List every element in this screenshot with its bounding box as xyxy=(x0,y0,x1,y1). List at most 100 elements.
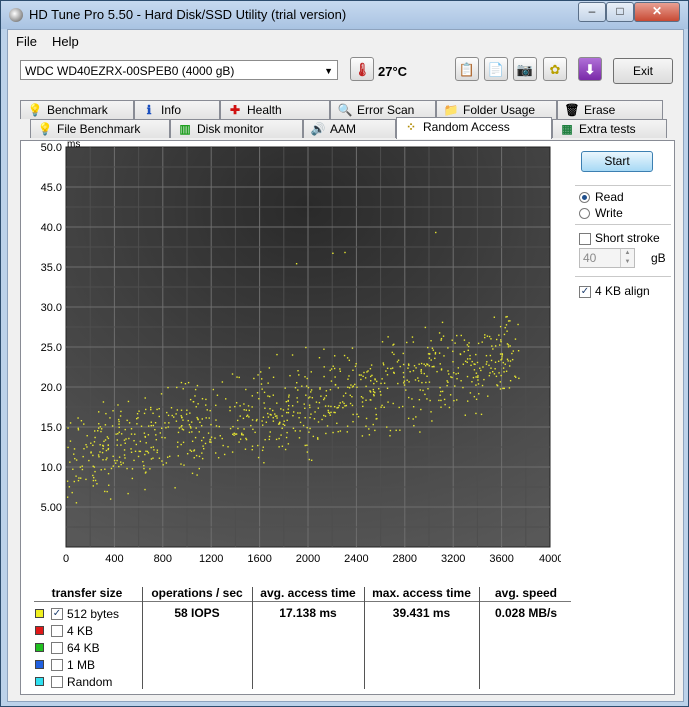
tab-aam[interactable]: 🔊 AAM xyxy=(303,119,396,138)
data-point xyxy=(205,398,207,401)
data-point xyxy=(379,390,382,393)
data-point xyxy=(329,414,331,416)
data-point xyxy=(93,441,96,443)
data-point xyxy=(469,354,471,357)
tab-health[interactable]: ✚ Health xyxy=(220,100,330,119)
data-point xyxy=(73,448,76,450)
window-title: HD Tune Pro 5.50 - Hard Disk/SSD Utility… xyxy=(29,7,347,22)
transfer-size-checkbox[interactable]: ✓ xyxy=(51,608,63,620)
data-point xyxy=(75,502,78,504)
tab-label: Extra tests xyxy=(579,122,636,136)
data-point xyxy=(217,457,220,459)
column-divider xyxy=(364,587,365,689)
data-point xyxy=(470,364,472,367)
data-point xyxy=(315,401,318,403)
data-point xyxy=(120,410,122,413)
short-stroke-checkbox[interactable] xyxy=(579,233,591,245)
align-checkbox[interactable]: ✓ xyxy=(579,286,591,298)
data-point xyxy=(201,452,203,454)
transfer-size-checkbox[interactable] xyxy=(51,659,63,671)
data-point xyxy=(338,404,340,407)
data-point xyxy=(123,449,126,451)
read-radio[interactable] xyxy=(579,192,590,203)
tab-benchmark[interactable]: 💡 Benchmark xyxy=(20,100,134,119)
data-point xyxy=(490,367,492,369)
data-point xyxy=(466,344,469,346)
data-point xyxy=(152,446,155,448)
data-point xyxy=(477,383,480,385)
results-table: transfer size operations / sec avg. acce… xyxy=(21,581,574,694)
tab-extra-tests[interactable]: ▦ Extra tests xyxy=(552,119,667,138)
data-point xyxy=(102,401,105,403)
data-point xyxy=(143,412,146,415)
data-point xyxy=(210,423,212,426)
copy-info-button[interactable]: 📋 xyxy=(455,57,479,81)
data-point xyxy=(298,437,301,439)
start-button[interactable]: Start xyxy=(581,151,653,172)
data-point xyxy=(479,367,481,369)
copy-all-button[interactable]: 📄 xyxy=(484,57,508,81)
data-point xyxy=(430,359,432,361)
data-point xyxy=(472,376,475,379)
data-point xyxy=(411,398,413,400)
column-divider xyxy=(252,587,253,689)
data-point xyxy=(239,405,241,407)
data-point xyxy=(356,413,358,415)
data-point xyxy=(178,427,181,429)
temperature-button[interactable]: 🌡 xyxy=(350,57,374,81)
menu-file[interactable]: File xyxy=(16,34,37,49)
data-point xyxy=(281,427,283,430)
data-point xyxy=(209,441,211,443)
transfer-size-checkbox[interactable] xyxy=(51,642,63,654)
minimize-button[interactable]: – xyxy=(578,2,606,22)
data-point xyxy=(374,429,376,432)
data-point xyxy=(485,354,488,357)
data-point xyxy=(414,379,417,381)
data-point xyxy=(323,375,325,378)
save-button[interactable]: ⬇ xyxy=(578,57,602,81)
data-point xyxy=(155,434,157,436)
data-point xyxy=(468,342,470,344)
short-stroke-spinner[interactable]: 40 ▲ ▼ xyxy=(579,248,635,268)
options-button[interactable]: ✿ xyxy=(543,57,567,81)
data-point xyxy=(369,375,372,378)
tab-info[interactable]: ℹ Info xyxy=(134,100,220,119)
drive-select[interactable]: WDC WD40EZRX-00SPEB0 (4000 gB) ▼ xyxy=(20,60,338,80)
exit-button[interactable]: Exit xyxy=(613,58,673,84)
data-point xyxy=(118,423,120,425)
data-point xyxy=(231,451,234,453)
data-point xyxy=(83,448,85,450)
data-point xyxy=(309,416,311,419)
data-point xyxy=(289,374,291,377)
data-point xyxy=(198,431,200,433)
data-point xyxy=(92,485,94,487)
close-button[interactable]: ✕ xyxy=(634,2,680,22)
data-point xyxy=(247,405,250,407)
data-point xyxy=(494,368,496,370)
data-point xyxy=(473,369,476,371)
maximize-button[interactable]: □ xyxy=(606,2,634,22)
data-point xyxy=(511,352,513,355)
data-point xyxy=(261,420,263,422)
data-point xyxy=(268,395,271,398)
data-point xyxy=(422,389,424,392)
data-point xyxy=(428,357,431,359)
tab-random-access[interactable]: ⁘ Random Access xyxy=(396,117,552,139)
transfer-size-checkbox[interactable] xyxy=(51,676,63,688)
transfer-size-checkbox[interactable] xyxy=(51,625,63,637)
screenshot-button[interactable]: 📷 xyxy=(513,57,537,81)
download-arrow-icon: ⬇ xyxy=(584,62,596,77)
data-point xyxy=(420,362,423,365)
data-point xyxy=(145,450,147,452)
data-point xyxy=(243,409,245,411)
data-point xyxy=(188,431,191,434)
data-point xyxy=(305,346,307,349)
tab-erase[interactable]: 🗑 Erase xyxy=(557,100,663,119)
write-radio[interactable] xyxy=(579,208,590,219)
data-point xyxy=(94,479,97,482)
tab-disk-monitor[interactable]: ▥ Disk monitor xyxy=(170,119,303,138)
tab-file-benchmark[interactable]: 💡 File Benchmark xyxy=(30,119,170,138)
data-point xyxy=(373,382,375,385)
data-point xyxy=(326,425,329,427)
menu-help[interactable]: Help xyxy=(52,34,79,49)
